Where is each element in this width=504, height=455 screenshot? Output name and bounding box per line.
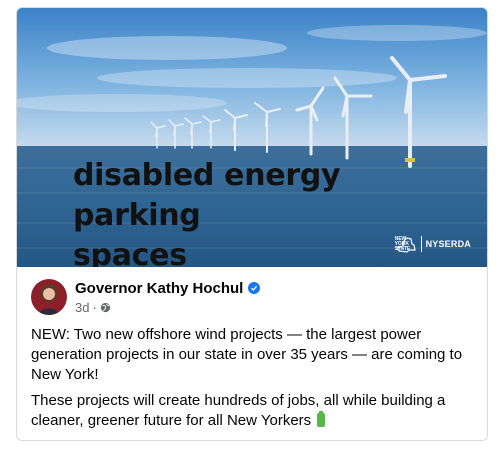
author-name[interactable]: Governor Kathy Hochul (75, 280, 243, 297)
post-paragraph-2-text: These projects will create hundreds of j… (31, 392, 446, 429)
post-header: Governor Kathy Hochul 3d · (31, 279, 475, 315)
avatar-image (31, 279, 67, 315)
author-row: Governor Kathy Hochul (75, 280, 261, 297)
avatar[interactable] (31, 279, 67, 315)
globe-icon[interactable] (100, 302, 111, 313)
overlay-line-1: disabled energy parking (73, 158, 341, 233)
post-paragraph-1: NEW: Two new offshore wind projects — th… (31, 326, 463, 383)
post-timestamp[interactable]: 3d (75, 300, 89, 315)
post-subline: 3d · (75, 300, 260, 315)
logo-divider (420, 236, 422, 252)
new-york-state-map-icon (395, 237, 416, 253)
post-body: Governor Kathy Hochul 3d · NEW: Two new … (17, 267, 487, 431)
post-image[interactable]: disabled energy parking spaces NEW YORK … (17, 8, 487, 267)
nyserda-logo: NEW YORK STATE NYSERDA (395, 236, 471, 253)
battery-icon (317, 411, 326, 427)
post-card: disabled energy parking spaces NEW YORK … (16, 7, 488, 441)
verified-badge-icon (248, 282, 261, 294)
post-meta: Governor Kathy Hochul 3d · (75, 280, 261, 315)
post-text: NEW: Two new offshore wind projects — th… (31, 325, 475, 431)
logo-org-text: NYSERDA (425, 239, 471, 249)
post-paragraph-2: These projects will create hundreds of j… (31, 391, 475, 431)
separator-dot: · (92, 299, 97, 315)
